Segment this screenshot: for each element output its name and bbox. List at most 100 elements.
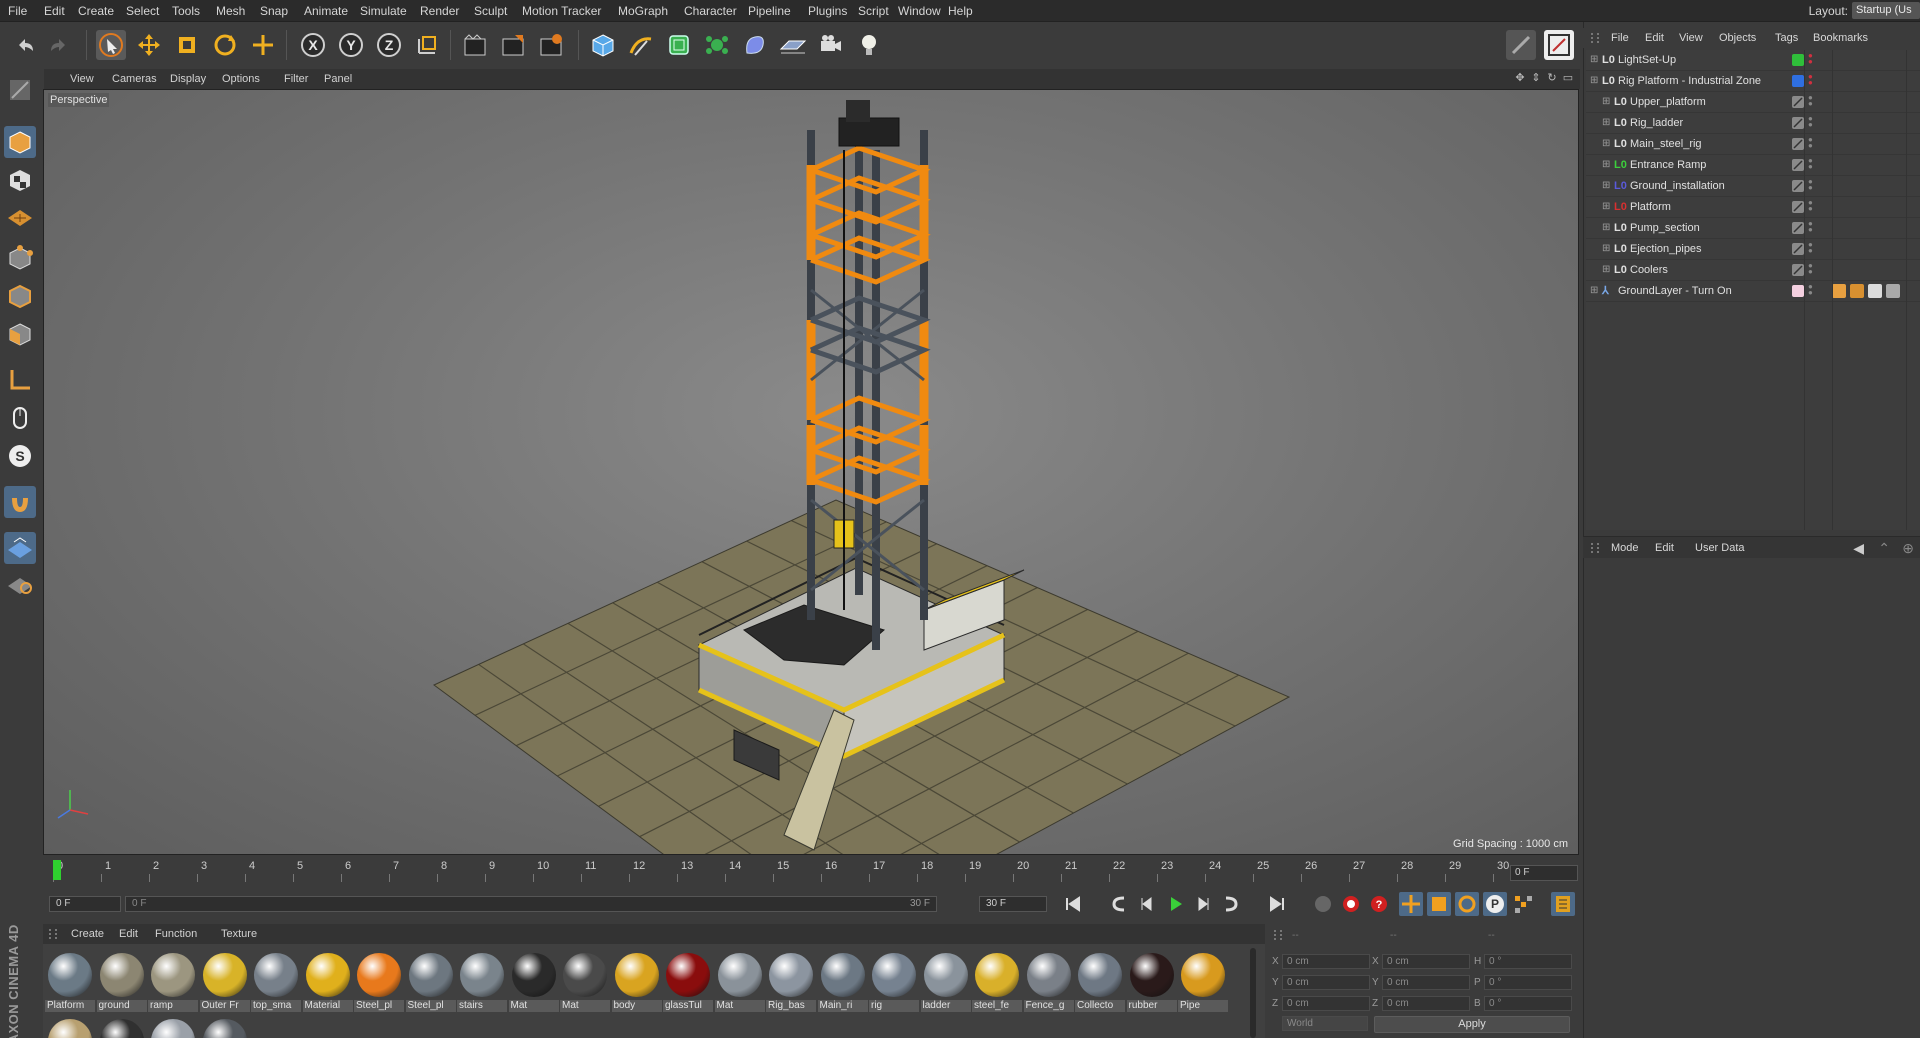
- material-swatch[interactable]: Rig_bas: [766, 950, 816, 1012]
- rotate-icon[interactable]: [210, 30, 240, 60]
- menu-script[interactable]: Script: [858, 4, 889, 18]
- expand-toggle-icon[interactable]: ⊞: [1602, 244, 1612, 254]
- layer-color-swatch[interactable]: [1792, 243, 1804, 255]
- menu-edit[interactable]: Edit: [44, 4, 65, 18]
- layer-color-swatch[interactable]: [1792, 285, 1804, 297]
- object-row[interactable]: ⊞ L0 Rig_ladder ● ●: [1586, 113, 1920, 134]
- object-menu-edit[interactable]: Edit: [1645, 32, 1664, 44]
- expand-toggle-icon[interactable]: ⊞: [1590, 76, 1600, 86]
- tweak-mode-icon[interactable]: [4, 402, 36, 434]
- object-name[interactable]: Entrance Ramp: [1630, 159, 1706, 171]
- material-swatch[interactable]: Mat: [714, 950, 765, 1012]
- next-key-icon[interactable]: [1219, 892, 1243, 916]
- material-swatch[interactable]: steel_fe: [972, 950, 1022, 1012]
- position-key-icon[interactable]: [1399, 892, 1423, 916]
- material-swatch[interactable]: ladder: [920, 950, 971, 1012]
- material-swatch[interactable]: [97, 1016, 147, 1038]
- object-name[interactable]: Upper_platform: [1630, 96, 1706, 108]
- go-to-start-icon[interactable]: [1061, 892, 1085, 916]
- record-active-icon[interactable]: [1311, 892, 1335, 916]
- material-tag-icon[interactable]: [1850, 284, 1864, 298]
- object-menu-bookmarks[interactable]: Bookmarks: [1813, 32, 1868, 44]
- material-scrollbar[interactable]: [1250, 948, 1256, 1038]
- object-row[interactable]: ⊞ L0 Platform ● ●: [1586, 197, 1920, 218]
- deformer-icon[interactable]: [740, 30, 770, 60]
- menu-simulate[interactable]: Simulate: [360, 4, 407, 18]
- visibility-dots-icon[interactable]: ● ●: [1808, 136, 1814, 151]
- coordinate-system-icon[interactable]: [412, 30, 442, 60]
- subdivision-icon[interactable]: [664, 30, 694, 60]
- workplane-lock-icon[interactable]: [4, 532, 36, 564]
- expand-toggle-icon[interactable]: ⊞: [1602, 265, 1612, 275]
- material-swatch[interactable]: Steel_pl: [354, 950, 404, 1012]
- visibility-dots-icon[interactable]: ● ●: [1808, 157, 1814, 172]
- undo-icon[interactable]: [10, 30, 40, 60]
- lock-element-icon[interactable]: ⊕: [1902, 540, 1914, 557]
- attribute-menu-mode[interactable]: Mode: [1611, 542, 1639, 554]
- attribute-menu-user-data[interactable]: User Data: [1695, 542, 1745, 554]
- menu-select[interactable]: Select: [126, 4, 159, 18]
- coord-value-field[interactable]: 0 °: [1484, 996, 1572, 1011]
- model-mode-icon[interactable]: [4, 126, 36, 158]
- layer-color-swatch[interactable]: [1792, 96, 1804, 108]
- axis-mode-icon[interactable]: [4, 364, 36, 396]
- checker-tag-icon[interactable]: [1868, 284, 1882, 298]
- visibility-dots-icon[interactable]: ● ●: [1808, 283, 1814, 298]
- autokey-icon[interactable]: [1339, 892, 1363, 916]
- coord-value-field[interactable]: 0 °: [1484, 975, 1572, 990]
- object-menu-objects[interactable]: Objects: [1719, 32, 1756, 44]
- maximize-view-icon[interactable]: ▭: [1562, 72, 1574, 84]
- object-row[interactable]: ⊞ L0 Rig Platform - Industrial Zone ● ●: [1586, 71, 1920, 92]
- coord-value-field[interactable]: 0 cm: [1282, 996, 1370, 1011]
- x-axis-lock-icon[interactable]: X: [298, 30, 328, 60]
- visibility-dots-icon[interactable]: ● ●: [1808, 199, 1814, 214]
- object-row[interactable]: ⊞ L0 Pump_section ● ●: [1586, 218, 1920, 239]
- expand-toggle-icon[interactable]: ⊞: [1602, 139, 1612, 149]
- make-editable-icon[interactable]: [4, 74, 36, 106]
- timeline-ruler[interactable]: 0123456789101112131415161718192021222324…: [43, 858, 1579, 884]
- menu-render[interactable]: Render: [420, 4, 459, 18]
- menu-mograph[interactable]: MoGraph: [618, 4, 668, 18]
- material-swatch[interactable]: Outer Fr: [199, 950, 250, 1012]
- cloner-icon[interactable]: [702, 30, 732, 60]
- expand-toggle-icon[interactable]: ⊞: [1590, 55, 1600, 65]
- expand-toggle-icon[interactable]: ⊞: [1602, 223, 1612, 233]
- layer-color-swatch[interactable]: [1792, 54, 1804, 66]
- workplane-icon[interactable]: [4, 202, 36, 234]
- visibility-dots-icon[interactable]: ● ●: [1808, 94, 1814, 109]
- object-name[interactable]: Ejection_pipes: [1630, 243, 1702, 255]
- object-row[interactable]: ⊞ L0 Ejection_pipes ● ●: [1586, 239, 1920, 260]
- expand-toggle-icon[interactable]: ⊞: [1602, 160, 1612, 170]
- material-swatch[interactable]: Material: [302, 950, 353, 1012]
- menu-create[interactable]: Create: [78, 4, 114, 18]
- render-picture-viewer-icon[interactable]: [498, 30, 528, 60]
- viewport-menu-filter[interactable]: Filter: [284, 73, 308, 85]
- coord-value-field[interactable]: 0 cm: [1282, 975, 1370, 990]
- visibility-dots-icon[interactable]: ● ●: [1808, 178, 1814, 193]
- edit-render-settings-icon[interactable]: [536, 30, 566, 60]
- menu-sculpt[interactable]: Sculpt: [474, 4, 507, 18]
- texture-mode-icon[interactable]: [4, 164, 36, 196]
- recent-tool-icon[interactable]: [248, 30, 278, 60]
- z-axis-lock-icon[interactable]: Z: [374, 30, 404, 60]
- visibility-dots-icon[interactable]: ● ●: [1808, 52, 1814, 67]
- material-swatch[interactable]: [200, 1016, 250, 1038]
- floor-icon[interactable]: [778, 30, 808, 60]
- material-swatch[interactable]: Mat: [560, 950, 610, 1012]
- render-view-icon[interactable]: [460, 30, 490, 60]
- layer-color-swatch[interactable]: [1792, 75, 1804, 87]
- layer-color-swatch[interactable]: [1792, 159, 1804, 171]
- rotation-key-icon[interactable]: [1455, 892, 1479, 916]
- material-swatch[interactable]: Pipe: [1178, 950, 1228, 1012]
- current-frame-field[interactable]: 0 F: [1510, 865, 1578, 881]
- perspective-viewport[interactable]: Perspective Grid Spacing : 1000 cm: [43, 89, 1579, 855]
- object-menu-view[interactable]: View: [1679, 32, 1703, 44]
- material-swatch[interactable]: [148, 1016, 198, 1038]
- coord-value-field[interactable]: 0 cm: [1382, 954, 1470, 969]
- expand-toggle-icon[interactable]: ⊞: [1602, 118, 1612, 128]
- object-name[interactable]: Rig_ladder: [1630, 117, 1683, 129]
- viewport-menu-view[interactable]: View: [70, 73, 94, 85]
- visibility-dots-icon[interactable]: ● ●: [1808, 115, 1814, 130]
- layer-color-swatch[interactable]: [1792, 117, 1804, 129]
- material-menu-function[interactable]: Function: [155, 928, 197, 940]
